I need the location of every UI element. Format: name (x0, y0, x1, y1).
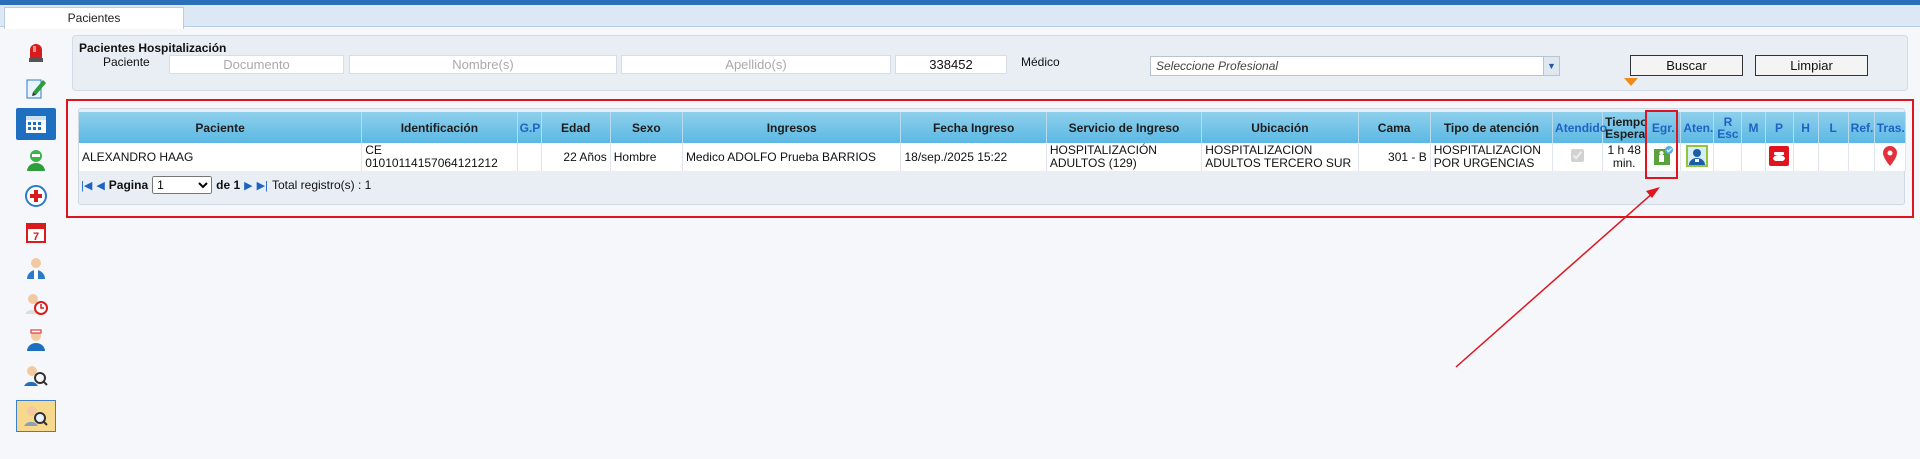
annotation-arrow (1455, 187, 1660, 368)
